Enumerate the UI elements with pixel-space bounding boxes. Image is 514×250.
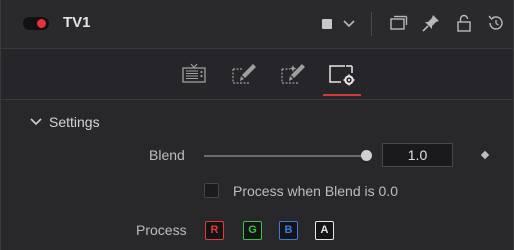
- brush-sparkle-icon: [281, 64, 305, 84]
- tab-controls[interactable]: [179, 61, 209, 87]
- color-swatch-icon[interactable]: [322, 19, 332, 29]
- section-label: Settings: [49, 114, 100, 130]
- blend-slider[interactable]: [204, 155, 367, 157]
- blend-value-field[interactable]: 1.0: [382, 143, 453, 167]
- tv-icon: [182, 63, 206, 83]
- blend-label: Blend: [149, 147, 185, 163]
- keyframe-diamond-icon[interactable]: [480, 150, 490, 160]
- active-tab-indicator: [323, 94, 361, 96]
- chevron-down-icon[interactable]: [338, 12, 360, 34]
- process-when-blend-zero-label[interactable]: Process when Blend is 0.0: [233, 183, 398, 199]
- brush-icon: [232, 64, 256, 84]
- versions-icon[interactable]: [387, 12, 409, 34]
- channel-a-toggle[interactable]: A: [315, 221, 334, 240]
- process-label: Process: [136, 222, 187, 238]
- inspector-tabs: [1, 48, 513, 100]
- inspector-panel: TV1 Settings Blend 1.0 Process when Blen…: [0, 0, 514, 250]
- blend-slider-handle[interactable]: [361, 150, 372, 161]
- process-when-blend-zero-checkbox[interactable]: [204, 183, 219, 198]
- tool-name[interactable]: TV1: [63, 14, 91, 31]
- lock-icon[interactable]: [453, 12, 475, 34]
- settings-section-header[interactable]: Settings: [29, 114, 100, 130]
- channel-r-toggle[interactable]: R: [205, 221, 224, 240]
- toggle-knob: [37, 19, 46, 28]
- tool-enable-toggle[interactable]: [23, 17, 49, 30]
- reset-icon[interactable]: [485, 12, 507, 34]
- tool-header: TV1: [1, 0, 513, 48]
- header-divider: [371, 12, 372, 36]
- pin-icon[interactable]: [420, 12, 442, 34]
- tab-settings[interactable]: [327, 61, 357, 87]
- chevron-down-icon: [30, 118, 42, 126]
- settings-gear-icon: [329, 65, 355, 86]
- channel-g-toggle[interactable]: G: [243, 221, 262, 240]
- channel-b-toggle[interactable]: B: [279, 221, 298, 240]
- tab-distortion[interactable]: [278, 61, 308, 87]
- tab-scan-lines[interactable]: [229, 61, 259, 87]
